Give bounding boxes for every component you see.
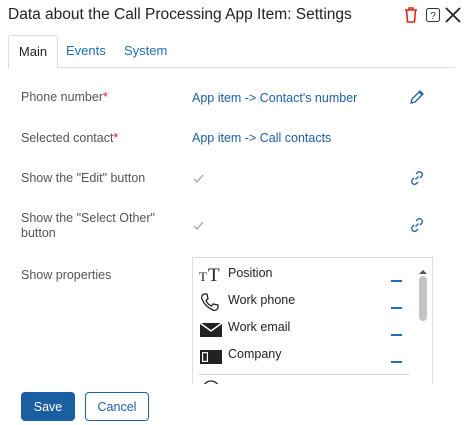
list-item[interactable]: Work email [193, 316, 405, 343]
company-card-icon [199, 346, 223, 371]
pencil-icon[interactable] [409, 89, 425, 110]
selected-contact-label: Selected contact* [21, 131, 119, 145]
dialog-title: Data about the Call Processing App Item:… [8, 6, 352, 23]
show-select-other-label: Show the "Select Other" button [21, 211, 155, 240]
svg-text:T: T [208, 265, 220, 285]
tab-events[interactable]: Events [66, 35, 106, 67]
required-mark: * [113, 131, 119, 145]
properties-list: TT Position Work phone Work email Compan… [192, 257, 433, 384]
svg-text:?: ? [430, 11, 436, 22]
selected-contact-value[interactable]: App item -> Call contacts [192, 131, 331, 145]
link-icon[interactable] [409, 170, 425, 191]
show-select-other-checkbox[interactable] [192, 219, 205, 232]
list-item[interactable]: Company [193, 343, 405, 370]
cancel-button[interactable]: Cancel [85, 392, 149, 421]
scrollbar-thumb[interactable] [419, 276, 427, 321]
trash-icon[interactable] [404, 6, 418, 29]
remove-dash[interactable] [391, 334, 402, 336]
tab-main[interactable]: Main [8, 35, 58, 69]
text-type-icon: TT [199, 265, 225, 290]
tab-system[interactable]: System [124, 35, 167, 67]
required-mark: * [103, 90, 108, 104]
show-edit-button-label: Show the "Edit" button [21, 171, 146, 185]
link-icon[interactable] [409, 217, 425, 238]
remove-dash[interactable] [391, 307, 402, 309]
svg-text:T: T [199, 269, 207, 284]
show-properties-label: Show properties [21, 268, 112, 282]
phone-number-value[interactable]: App item -> Contact's number [192, 91, 357, 105]
partial-item-icon [201, 378, 221, 384]
remove-dash[interactable] [391, 280, 402, 282]
help-icon[interactable]: ? [426, 8, 440, 27]
envelope-icon [199, 319, 223, 344]
list-item[interactable]: TT Position [193, 262, 405, 289]
list-item[interactable]: Work phone [193, 289, 405, 316]
list-divider [199, 374, 409, 375]
save-button[interactable]: Save [21, 392, 75, 421]
show-edit-checkbox[interactable] [192, 172, 205, 185]
remove-dash[interactable] [391, 361, 402, 363]
tab-bar: Main Events System [8, 35, 455, 69]
phone-number-label: Phone number* [21, 90, 108, 104]
phone-icon [199, 292, 221, 319]
close-icon[interactable] [444, 6, 462, 29]
